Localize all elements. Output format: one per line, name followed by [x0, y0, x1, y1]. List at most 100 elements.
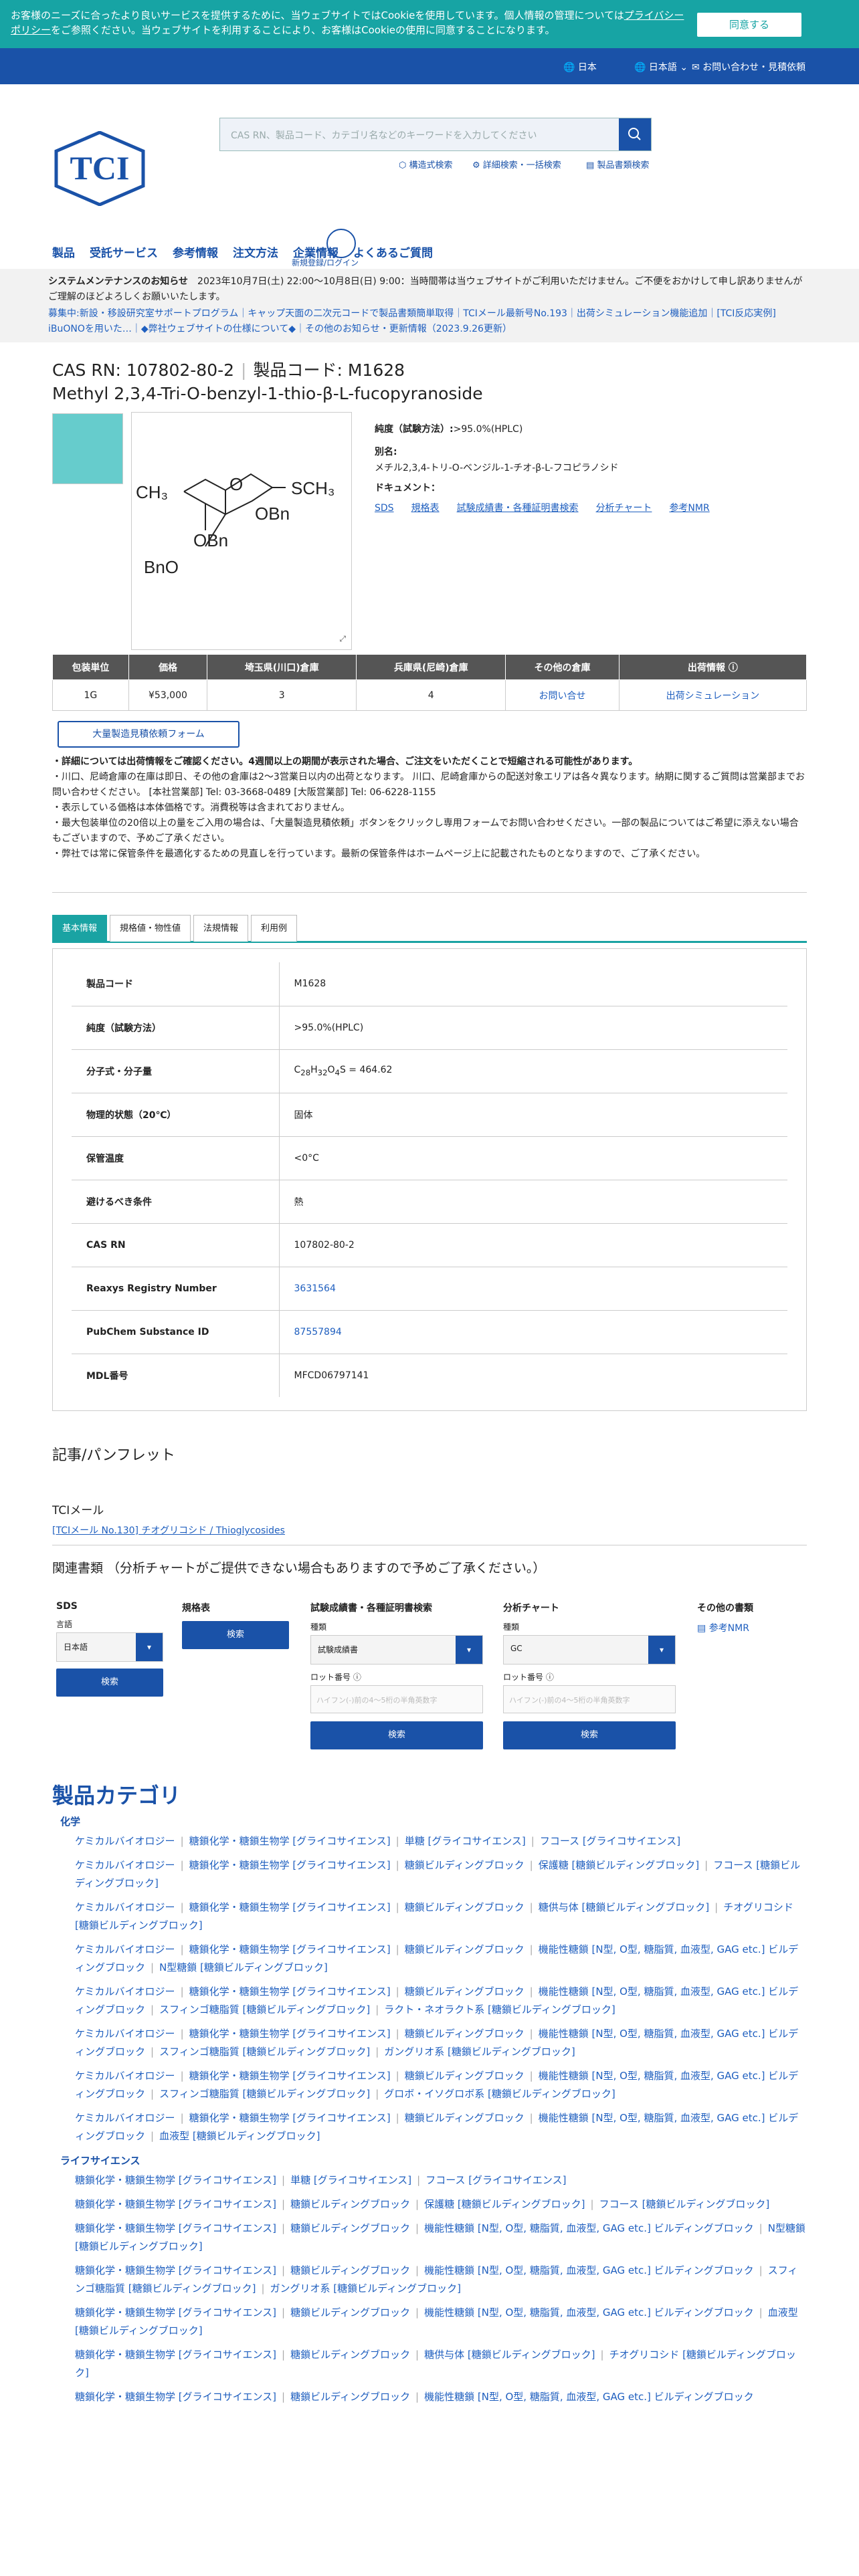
news-links[interactable]: 募集中:新設・移設研究室サポートプログラム｜キャップ天面の二次元コードで製品書類… [48, 306, 811, 337]
category-link[interactable]: 糖鎖化学・糖鎖生物学 [グライコサイエンス] [75, 2198, 276, 2210]
help-icon[interactable]: ⓘ [353, 1673, 361, 1682]
category-link[interactable]: スフィンゴ糖脂質 [糖鎖ビルディングブロック] [159, 2004, 370, 2016]
category-link[interactable]: 糖鎖ビルディングブロック [405, 1859, 524, 1871]
category-link[interactable]: 糖供与体 [糖鎖ビルディングブロック] [539, 1901, 709, 1913]
category-link[interactable]: 糖供与体 [糖鎖ビルディングブロック] [424, 2349, 595, 2361]
category-link[interactable]: ケミカルバイオロジー [75, 2112, 175, 2124]
tab-basic-info[interactable]: 基本情報 [52, 915, 108, 942]
document-search-link[interactable]: ▤ 製品書類検索 [586, 158, 649, 171]
category-link[interactable]: 糖鎖ビルディングブロック [405, 1943, 524, 1955]
coa-kind-select[interactable]: 試験成績書 ▾ [310, 1635, 483, 1665]
category-link[interactable]: 糖鎖ビルディングブロック [290, 2222, 410, 2234]
category-link[interactable]: 機能性糖鎖 [N型, O型, 糖脂質, 血液型, GAG etc.] ビルディン… [424, 2264, 754, 2276]
category-link[interactable]: ケミカルバイオロジー [75, 1943, 175, 1955]
search-input[interactable]: CAS RN、製品コード、カテゴリ名などのキーワードを入力してください [231, 128, 537, 142]
chart-search-button[interactable]: 検索 [503, 1721, 676, 1749]
category-link[interactable]: 糖鎖ビルディングブロック [290, 2198, 410, 2210]
category-link[interactable]: グロボ・イソグロボ系 [糖鎖ビルディングブロック] [384, 2088, 615, 2100]
spec-sheet-link[interactable]: 規格表 [411, 503, 440, 514]
sds-link[interactable]: SDS [375, 503, 394, 514]
coa-search-button[interactable]: 検索 [310, 1721, 483, 1749]
category-link[interactable]: ケミカルバイオロジー [75, 2028, 175, 2040]
other-warehouse-inquiry-link[interactable]: お問い合せ [539, 691, 586, 702]
nav-products[interactable]: 製品 [52, 247, 75, 260]
chart-kind-select[interactable]: GC ▾ [503, 1635, 676, 1665]
nav-reference[interactable]: 参考情報 [173, 247, 218, 260]
category-link[interactable]: ケミカルバイオロジー [75, 1901, 175, 1913]
category-link[interactable]: 糖鎖化学・糖鎖生物学 [グライコサイエンス] [75, 2349, 276, 2361]
help-icon[interactable]: ⓘ [546, 1673, 554, 1682]
category-link[interactable]: フコース [糖鎖ビルディングブロック] [599, 2198, 770, 2210]
category-link[interactable]: 機能性糖鎖 [N型, O型, 糖脂質, 血液型, GAG etc.] ビルディン… [424, 2306, 754, 2319]
category-link[interactable]: フコース [グライコサイエンス] [425, 2174, 566, 2186]
structure-search-link[interactable]: ⬡ 構造式検索 [399, 158, 453, 171]
search-button[interactable] [619, 118, 651, 150]
category-link[interactable]: N型糖鎖 [糖鎖ビルディングブロック] [159, 1961, 328, 1973]
category-link[interactable]: 糖鎖化学・糖鎖生物学 [グライコサイエンス] [189, 2070, 391, 2082]
nav-company[interactable]: 企業情報 [293, 247, 339, 260]
category-link[interactable]: 糖鎖ビルディングブロック [290, 2349, 410, 2361]
category-link[interactable]: 糖鎖化学・糖鎖生物学 [グライコサイエンス] [189, 1985, 391, 1998]
pubchem-link[interactable]: 87557894 [294, 1327, 342, 1337]
category-link[interactable]: 保護糖 [糖鎖ビルディングブロック] [539, 1859, 699, 1871]
reference-nmr-link[interactable]: ▤ 参考NMR [697, 1623, 749, 1634]
category-link[interactable]: 糖鎖ビルディングブロック [405, 2070, 524, 2082]
category-link[interactable]: 単糖 [グライコサイエンス] [290, 2174, 411, 2186]
contact-link[interactable]: ✉ お問い合わせ・見積依頼 [692, 60, 805, 74]
category-link[interactable]: 機能性糖鎖 [N型, O型, 糖脂質, 血液型, GAG etc.] ビルディン… [424, 2222, 754, 2234]
nav-contract[interactable]: 受託サービス [90, 247, 158, 260]
category-link[interactable]: 糖鎖化学・糖鎖生物学 [グライコサイエンス] [75, 2222, 276, 2234]
category-link[interactable]: 保護糖 [糖鎖ビルディングブロック] [424, 2198, 585, 2210]
category-link[interactable]: 糖鎖ビルディングブロック [405, 1985, 524, 1998]
shipping-simulation-link[interactable]: 出荷シミュレーション [666, 691, 759, 702]
category-link[interactable]: 糖鎖化学・糖鎖生物学 [グライコサイエンス] [75, 2306, 276, 2319]
advanced-search-link[interactable]: ⚙ 詳細検索・一括検索 [472, 158, 561, 171]
spec-search-button[interactable]: 検索 [182, 1621, 289, 1649]
category-link[interactable]: ケミカルバイオロジー [75, 2070, 175, 2082]
nav-faq[interactable]: よくあるご質問 [353, 247, 433, 260]
nav-order[interactable]: 注文方法 [233, 247, 278, 260]
lot-number-input[interactable]: ハイフン(-)前の4〜5桁の半角英数字 [503, 1685, 676, 1713]
tci-mail-article-link[interactable]: [TCIメール No.130] チオグリコシド / Thioglycosides [52, 1523, 285, 1537]
category-link[interactable]: 糖鎖化学・糖鎖生物学 [グライコサイエンス] [75, 2264, 276, 2276]
sds-search-button[interactable]: 検索 [56, 1669, 163, 1697]
category-link[interactable]: 糖鎖化学・糖鎖生物学 [グライコサイエンス] [189, 1943, 391, 1955]
analytical-chart-link[interactable]: 分析チャート [596, 503, 652, 514]
reaxys-link[interactable]: 3631564 [294, 1283, 336, 1294]
lot-number-input[interactable]: ハイフン(-)前の4〜5桁の半角英数字 [310, 1685, 483, 1713]
category-link[interactable]: 糖鎖ビルディングブロック [290, 2306, 410, 2319]
category-link[interactable]: 糖鎖化学・糖鎖生物学 [グライコサイエンス] [189, 1901, 391, 1913]
category-link[interactable]: 糖鎖化学・糖鎖生物学 [グライコサイエンス] [75, 2174, 276, 2186]
category-link[interactable]: ガングリオ系 [糖鎖ビルディングブロック] [384, 2046, 575, 2058]
category-link[interactable]: 糖鎖ビルディングブロック [290, 2264, 410, 2276]
category-link[interactable]: 糖鎖化学・糖鎖生物学 [グライコサイエンス] [189, 2112, 391, 2124]
coa-search-link[interactable]: 試験成績書・各種証明書検索 [457, 503, 579, 514]
category-link[interactable]: ラクト・ネオラクト系 [糖鎖ビルディングブロック] [384, 2004, 615, 2016]
category-link[interactable]: 糖鎖化学・糖鎖生物学 [グライコサイエンス] [189, 2028, 391, 2040]
category-link[interactable]: 糖鎖化学・糖鎖生物学 [グライコサイエンス] [75, 2391, 276, 2403]
category-link[interactable]: 血液型 [糖鎖ビルディングブロック] [159, 2130, 320, 2142]
category-link[interactable]: スフィンゴ糖脂質 [糖鎖ビルディングブロック] [159, 2046, 370, 2058]
category-link[interactable]: スフィンゴ糖脂質 [糖鎖ビルディングブロック] [159, 2088, 370, 2100]
reference-nmr-link[interactable]: 参考NMR [669, 503, 709, 514]
tab-applications[interactable]: 利用例 [251, 915, 298, 942]
accept-cookies-button[interactable]: 同意する [697, 13, 801, 37]
help-icon[interactable]: ⓘ [729, 663, 738, 673]
zoom-icon[interactable]: ⤢ [339, 634, 346, 644]
category-link[interactable]: 糖鎖ビルディングブロック [405, 1901, 524, 1913]
category-link[interactable]: ケミカルバイオロジー [75, 1835, 175, 1847]
category-link[interactable]: 糖鎖ビルディングブロック [405, 2028, 524, 2040]
structure-thumbnail[interactable] [52, 413, 123, 484]
category-link[interactable]: ガングリオ系 [糖鎖ビルディングブロック] [270, 2282, 461, 2294]
country-selector[interactable]: 🌐 日本 [563, 60, 597, 74]
tci-logo[interactable]: TCI [52, 131, 147, 206]
language-selector[interactable]: 🌐 日本語 ⌄ [634, 60, 688, 74]
bulk-quote-button[interactable]: 大量製造見積依頼フォーム [58, 721, 240, 748]
category-link[interactable]: 糖鎖ビルディングブロック [405, 2112, 524, 2124]
language-select[interactable]: 日本語 ▾ [56, 1632, 163, 1662]
category-link[interactable]: 糖鎖化学・糖鎖生物学 [グライコサイエンス] [189, 1859, 391, 1871]
category-link[interactable]: フコース [グライコサイエンス] [540, 1835, 680, 1847]
tab-specifications[interactable]: 規格値・物性値 [110, 915, 191, 942]
category-link[interactable]: 単糖 [グライコサイエンス] [405, 1835, 526, 1847]
tab-regulations[interactable]: 法規情報 [193, 915, 249, 942]
